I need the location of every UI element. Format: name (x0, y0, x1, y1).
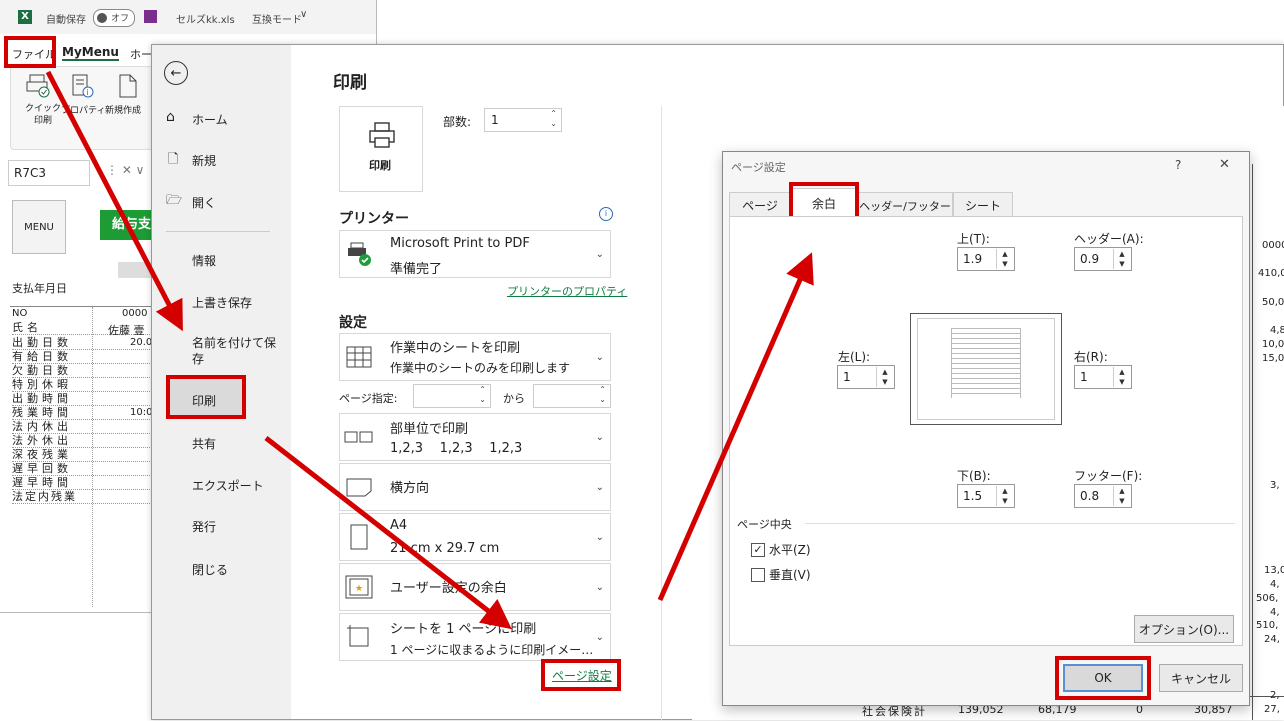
arrow-print-to-page-setup (264, 436, 512, 630)
arrow-page-setup-to-margins (657, 252, 814, 602)
annotation-arrows (45, 70, 814, 630)
arrow-file-to-print (45, 70, 183, 332)
